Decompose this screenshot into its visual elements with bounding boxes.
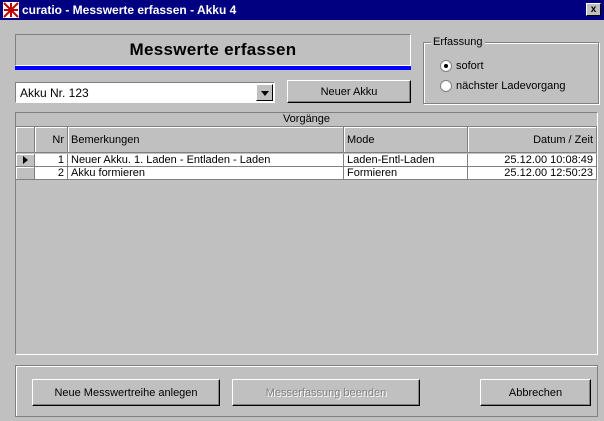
- cell-bemerkungen[interactable]: Neuer Akku. 1. Laden - Entladen - Laden: [68, 154, 344, 167]
- erfassung-groupbox: [423, 42, 599, 104]
- title-underline: [15, 66, 411, 70]
- header-indicator-cell: [16, 127, 35, 153]
- table-row[interactable]: 2 Akku formieren Formieren 25.12.00 12:5…: [16, 167, 597, 180]
- neuer-akku-label: Neuer Akku: [320, 85, 378, 98]
- row-selector[interactable]: [16, 167, 35, 180]
- cell-datum[interactable]: 25.12.00 10:08:49: [468, 154, 597, 167]
- neue-messwertreihe-label: Neue Messwertreihe anlegen: [54, 386, 198, 399]
- cell-bemerkungen[interactable]: Akku formieren: [68, 167, 344, 180]
- app-icon: [3, 2, 19, 18]
- column-header-mode[interactable]: Mode: [344, 127, 468, 153]
- cell-mode[interactable]: Laden-Entl-Laden: [344, 154, 468, 167]
- current-row-arrow-icon: [23, 156, 28, 164]
- window-title: curatio - Messwerte erfassen - Akku 4: [22, 3, 237, 17]
- erfassung-group-title: Erfassung: [431, 36, 485, 48]
- radio-naechster-label: nächster Ladevorgang: [456, 80, 566, 92]
- table-caption: Vorgänge: [16, 113, 597, 127]
- cell-datum[interactable]: 25.12.00 12:50:23: [468, 167, 597, 180]
- messerfassung-beenden-button: Messerfassung beenden: [232, 379, 420, 406]
- radio-naechster-indicator[interactable]: [440, 80, 452, 92]
- dialog-window: curatio - Messwerte erfassen - Akku 4 x …: [0, 0, 604, 421]
- table-header: Nr Bemerkungen Mode Datum / Zeit: [16, 127, 597, 153]
- abbrechen-label: Abbrechen: [508, 386, 563, 399]
- row-selector[interactable]: [16, 154, 35, 167]
- akku-select-value: Akku Nr. 123: [20, 86, 89, 100]
- radio-sofort-label: sofort: [456, 60, 484, 72]
- radio-sofort[interactable]: sofort: [440, 60, 484, 72]
- column-header-nr[interactable]: Nr: [35, 127, 68, 153]
- neuer-akku-button[interactable]: Neuer Akku: [287, 80, 411, 103]
- cell-mode[interactable]: Formieren: [344, 167, 468, 180]
- page-title-panel: Messwerte erfassen: [15, 34, 411, 66]
- table-row[interactable]: 1 Neuer Akku. 1. Laden - Entladen - Lade…: [16, 154, 597, 167]
- neue-messwertreihe-button[interactable]: Neue Messwertreihe anlegen: [32, 379, 220, 406]
- vorgaenge-table[interactable]: Vorgänge Nr Bemerkungen Mode Datum / Zei…: [15, 112, 598, 355]
- chevron-down-icon[interactable]: [256, 84, 273, 101]
- column-header-bemerkungen[interactable]: Bemerkungen: [68, 127, 344, 153]
- title-bar[interactable]: curatio - Messwerte erfassen - Akku 4 x: [0, 0, 604, 20]
- radio-naechster-ladevorgang[interactable]: nächster Ladevorgang: [440, 80, 565, 92]
- messerfassung-beenden-label: Messerfassung beenden: [265, 386, 387, 399]
- column-header-datum[interactable]: Datum / Zeit: [468, 127, 597, 153]
- cell-nr[interactable]: 1: [35, 154, 68, 167]
- radio-sofort-indicator[interactable]: [440, 60, 452, 72]
- cell-nr[interactable]: 2: [35, 167, 68, 180]
- akku-select[interactable]: Akku Nr. 123: [15, 82, 275, 103]
- page-title: Messwerte erfassen: [129, 40, 297, 59]
- abbrechen-button[interactable]: Abbrechen: [480, 379, 591, 406]
- close-button[interactable]: x: [586, 3, 601, 16]
